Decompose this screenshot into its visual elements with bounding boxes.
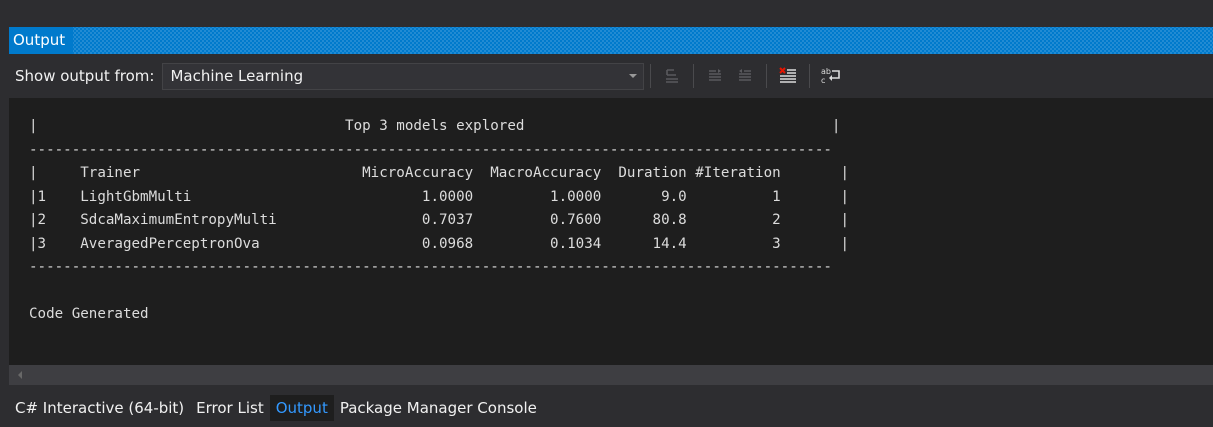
- console-line: |1 LightGbmMulti 1.0000 1.0000 9.0 1 |: [29, 188, 849, 205]
- chevron-down-icon[interactable]: [629, 74, 638, 78]
- console-line: | Trainer MicroAccuracy MacroAccuracy Du…: [29, 165, 849, 181]
- svg-text:c: c: [821, 76, 825, 85]
- align-left-button[interactable]: [703, 64, 727, 88]
- word-wrap-icon: ab c: [821, 67, 841, 85]
- output-source-select[interactable]: Machine Learning: [162, 62, 645, 90]
- top-strip: [0, 0, 1213, 27]
- tab-package-manager-console[interactable]: Package Manager Console: [334, 395, 543, 421]
- output-title-bar[interactable]: Output: [9, 27, 1213, 54]
- align-right-icon: [739, 69, 752, 81]
- svg-text:ab: ab: [821, 67, 831, 76]
- output-toolbar: Show output from: Machine Learning ab c: [9, 54, 1213, 98]
- output-title: Output: [9, 27, 74, 54]
- show-output-from-label: Show output from:: [15, 67, 155, 85]
- output-console[interactable]: | Top 3 models explored | --------------…: [9, 98, 1213, 365]
- console-line: Code Generated: [29, 306, 149, 322]
- toolbar-separator: [693, 64, 695, 88]
- output-source-value: Machine Learning: [170, 67, 304, 85]
- bottom-tool-tabs: C# Interactive (64-bit) Error List Outpu…: [9, 395, 1213, 421]
- go-to-previous-message-icon: [666, 69, 679, 83]
- tab-error-list[interactable]: Error List: [190, 395, 270, 421]
- console-line: ----------------------------------------…: [29, 259, 832, 275]
- clear-all-icon: [779, 67, 797, 83]
- align-right-button[interactable]: [733, 64, 757, 88]
- word-wrap-button[interactable]: ab c: [819, 64, 843, 88]
- toolbar-separator: [809, 64, 811, 88]
- console-line: |2 SdcaMaximumEntropyMulti 0.7037 0.7600…: [29, 212, 849, 228]
- console-line: | Top 3 models explored |: [29, 118, 841, 134]
- tab-output[interactable]: Output: [269, 395, 334, 421]
- console-line: |3 AveragedPerceptronOva 0.0968 0.1034 1…: [29, 235, 849, 252]
- align-left-icon: [709, 69, 722, 81]
- tab-csharp-interactive[interactable]: C# Interactive (64-bit): [9, 395, 190, 421]
- console-line: ----------------------------------------…: [29, 141, 832, 158]
- clear-all-button[interactable]: [776, 64, 800, 88]
- toolbar-separator: [766, 64, 768, 88]
- scroll-left-arrow-icon[interactable]: [18, 371, 22, 379]
- horizontal-scrollbar[interactable]: [9, 365, 1213, 385]
- toolbar-separator: [650, 64, 652, 88]
- go-to-previous-message-button[interactable]: [660, 64, 684, 88]
- console-text: | Top 3 models explored | --------------…: [9, 98, 1213, 327]
